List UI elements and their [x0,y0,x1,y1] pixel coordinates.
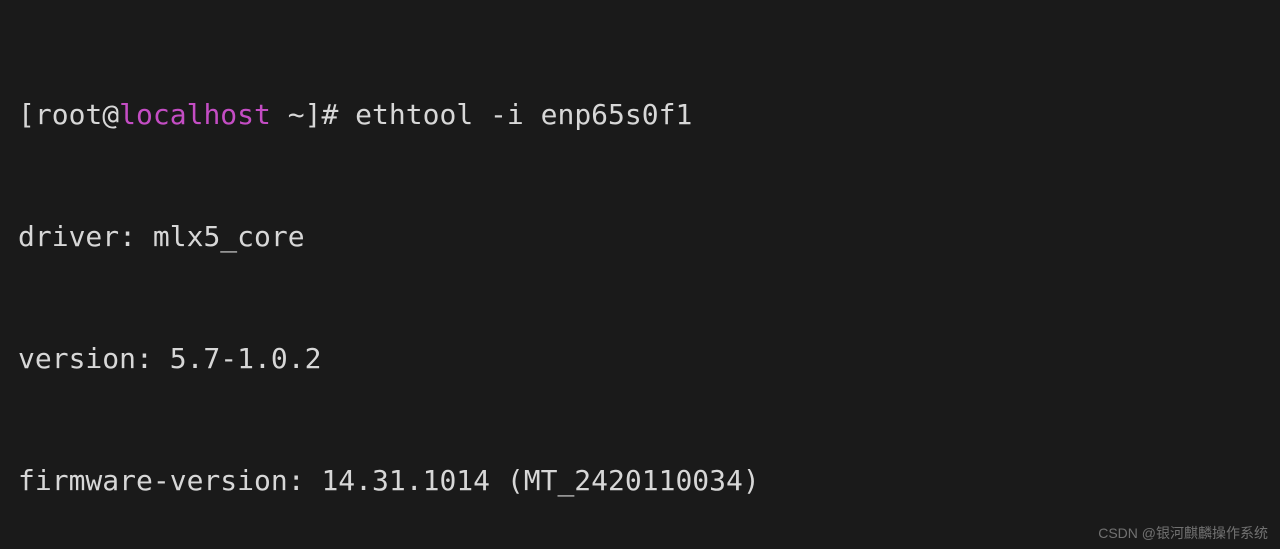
output-firmware: firmware-version: 14.31.1014 (MT_2420110… [18,461,1262,502]
watermark-text: CSDN @银河麒麟操作系统 [1098,523,1268,543]
terminal-window[interactable]: [root@localhost ~]# ethtool -i enp65s0f1… [0,0,1280,549]
value-version: 5.7-1.0.2 [170,342,322,375]
output-driver: driver: mlx5_core [18,217,1262,258]
prompt-host: localhost [119,98,271,131]
output-version: version: 5.7-1.0.2 [18,339,1262,380]
command-1: ethtool -i enp65s0f1 [355,98,692,131]
prompt-line-1: [root@localhost ~]# ethtool -i enp65s0f1 [18,95,1262,136]
label-version: version: [18,342,153,375]
value-driver: mlx5_core [153,220,305,253]
value-firmware: 14.31.1014 (MT_2420110034) [321,464,759,497]
prompt-path: ~ [288,98,305,131]
prompt-symbol: # [321,98,338,131]
bracket-open: [ [18,98,35,131]
prompt-user: root [35,98,102,131]
label-firmware: firmware-version: [18,464,305,497]
prompt-at: @ [102,98,119,131]
bracket-close: ] [305,98,322,131]
label-driver: driver: [18,220,136,253]
